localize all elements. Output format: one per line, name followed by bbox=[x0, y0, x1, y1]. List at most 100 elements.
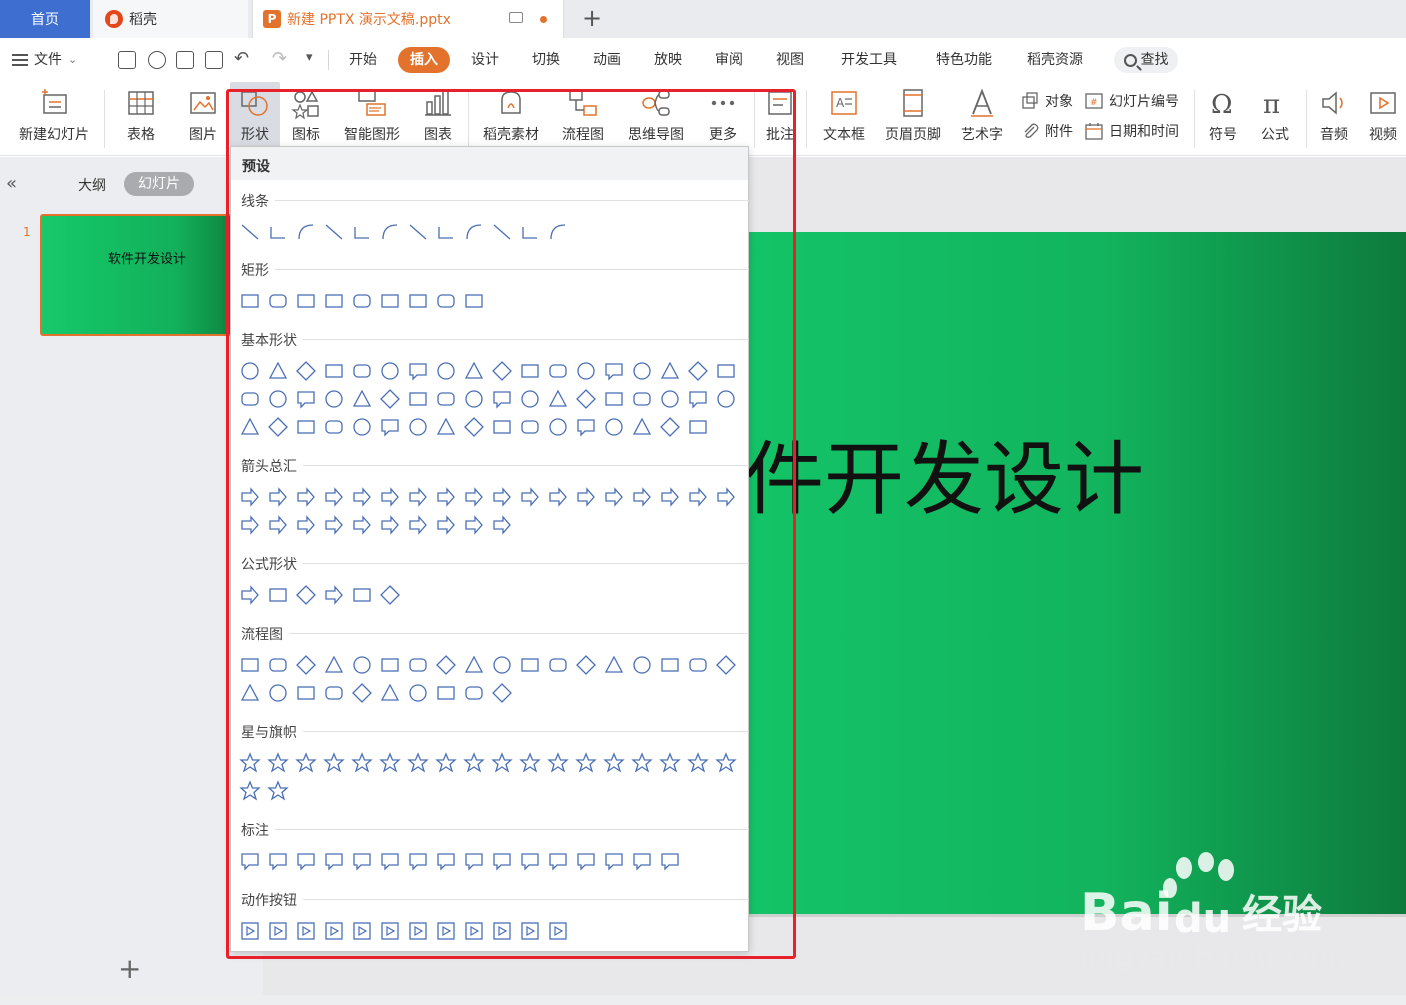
shape-option[interactable] bbox=[519, 360, 541, 382]
collapse-panel-icon[interactable]: « bbox=[6, 173, 17, 194]
shape-option[interactable] bbox=[295, 850, 317, 872]
shape-option[interactable] bbox=[575, 486, 597, 508]
shape-option[interactable] bbox=[491, 360, 513, 382]
shape-option[interactable] bbox=[295, 290, 317, 312]
shape-option[interactable] bbox=[267, 850, 289, 872]
shape-option[interactable] bbox=[687, 416, 709, 438]
shape-option[interactable] bbox=[575, 850, 597, 872]
shape-option[interactable] bbox=[519, 416, 541, 438]
slide-title-text[interactable]: 件开发设计 bbox=[744, 415, 1144, 531]
tab-slides[interactable]: 幻灯片 bbox=[124, 172, 194, 196]
undo-icon[interactable]: ↶ bbox=[234, 48, 249, 69]
shape-option[interactable] bbox=[379, 920, 401, 942]
shape-option[interactable] bbox=[323, 514, 345, 536]
shape-option[interactable] bbox=[491, 920, 513, 942]
menu-review[interactable]: 审阅 bbox=[715, 47, 743, 73]
shape-option[interactable] bbox=[407, 360, 429, 382]
slide-thumbnail[interactable]: 软件开发设计 bbox=[40, 214, 236, 336]
shape-option[interactable] bbox=[351, 388, 373, 410]
shape-option[interactable] bbox=[687, 752, 709, 774]
shape-option[interactable] bbox=[491, 388, 513, 410]
shape-option[interactable] bbox=[435, 360, 457, 382]
shape-option[interactable] bbox=[295, 584, 317, 606]
shape-option[interactable] bbox=[631, 850, 653, 872]
shape-option[interactable] bbox=[239, 388, 261, 410]
new-slide-button[interactable]: 新建幻灯片 bbox=[8, 82, 100, 152]
shape-option[interactable] bbox=[295, 654, 317, 676]
shape-option[interactable] bbox=[239, 584, 261, 606]
menu-developer[interactable]: 开发工具 bbox=[841, 47, 897, 73]
shape-option[interactable] bbox=[323, 752, 345, 774]
shape-option[interactable] bbox=[659, 388, 681, 410]
shape-option[interactable] bbox=[463, 752, 485, 774]
shape-option[interactable] bbox=[631, 416, 653, 438]
shape-option[interactable] bbox=[547, 388, 569, 410]
menu-file[interactable]: 文件 ⌄ bbox=[12, 47, 77, 73]
shape-option[interactable] bbox=[379, 584, 401, 606]
shape-option[interactable] bbox=[491, 654, 513, 676]
shape-option[interactable] bbox=[687, 654, 709, 676]
menu-animation[interactable]: 动画 bbox=[593, 47, 621, 73]
shape-option[interactable] bbox=[323, 584, 345, 606]
menu-daoke-resources[interactable]: 稻壳资源 bbox=[1027, 47, 1083, 73]
shape-option[interactable] bbox=[519, 221, 541, 243]
wordart-button[interactable]: 艺术字 bbox=[952, 82, 1012, 152]
shape-option[interactable] bbox=[351, 654, 373, 676]
shape-option[interactable] bbox=[659, 486, 681, 508]
shape-option[interactable] bbox=[715, 752, 737, 774]
menu-slideshow[interactable]: 放映 bbox=[654, 47, 682, 73]
shape-option[interactable] bbox=[267, 920, 289, 942]
shape-option[interactable] bbox=[519, 850, 541, 872]
shape-option[interactable] bbox=[407, 416, 429, 438]
shape-option[interactable] bbox=[323, 416, 345, 438]
shape-option[interactable] bbox=[239, 360, 261, 382]
shape-option[interactable] bbox=[715, 360, 737, 382]
save-icon[interactable] bbox=[118, 51, 136, 69]
slide-1[interactable] bbox=[726, 232, 1406, 914]
shape-option[interactable] bbox=[239, 290, 261, 312]
shape-option[interactable] bbox=[687, 388, 709, 410]
shape-option[interactable] bbox=[659, 752, 681, 774]
shape-option[interactable] bbox=[407, 290, 429, 312]
shape-option[interactable] bbox=[239, 221, 261, 243]
shape-option[interactable] bbox=[575, 416, 597, 438]
menu-insert[interactable]: 插入 bbox=[398, 47, 450, 73]
share-icon[interactable] bbox=[148, 51, 166, 69]
shape-option[interactable] bbox=[631, 486, 653, 508]
slide-number-button[interactable]: # 幻灯片编号 bbox=[1084, 90, 1179, 112]
shape-option[interactable] bbox=[463, 682, 485, 704]
shape-option[interactable] bbox=[239, 682, 261, 704]
shape-option[interactable] bbox=[239, 752, 261, 774]
shape-option[interactable] bbox=[435, 514, 457, 536]
shape-option[interactable] bbox=[547, 920, 569, 942]
shape-option[interactable] bbox=[239, 850, 261, 872]
shape-option[interactable] bbox=[547, 416, 569, 438]
attachment-button[interactable]: 附件 bbox=[1020, 120, 1073, 142]
add-slide-plus-icon[interactable]: + bbox=[118, 952, 141, 985]
shape-option[interactable] bbox=[407, 486, 429, 508]
shape-option[interactable] bbox=[267, 221, 289, 243]
shape-option[interactable] bbox=[295, 388, 317, 410]
shape-option[interactable] bbox=[575, 388, 597, 410]
shape-option[interactable] bbox=[435, 416, 457, 438]
shape-option[interactable] bbox=[435, 850, 457, 872]
shape-option[interactable] bbox=[575, 654, 597, 676]
shape-option[interactable] bbox=[407, 514, 429, 536]
audio-button[interactable]: 音频 bbox=[1310, 82, 1358, 152]
shape-option[interactable] bbox=[715, 486, 737, 508]
shape-option[interactable] bbox=[463, 416, 485, 438]
picture-button[interactable]: 图片 bbox=[178, 82, 228, 152]
shape-option[interactable] bbox=[659, 360, 681, 382]
shape-option[interactable] bbox=[379, 682, 401, 704]
shape-option[interactable] bbox=[295, 360, 317, 382]
shape-option[interactable] bbox=[659, 416, 681, 438]
shape-option[interactable] bbox=[239, 514, 261, 536]
shape-option[interactable] bbox=[239, 654, 261, 676]
shape-option[interactable] bbox=[435, 290, 457, 312]
shape-option[interactable] bbox=[435, 221, 457, 243]
shape-option[interactable] bbox=[351, 416, 373, 438]
shape-option[interactable] bbox=[267, 486, 289, 508]
shape-option[interactable] bbox=[407, 850, 429, 872]
shape-option[interactable] bbox=[407, 682, 429, 704]
shape-option[interactable] bbox=[519, 654, 541, 676]
